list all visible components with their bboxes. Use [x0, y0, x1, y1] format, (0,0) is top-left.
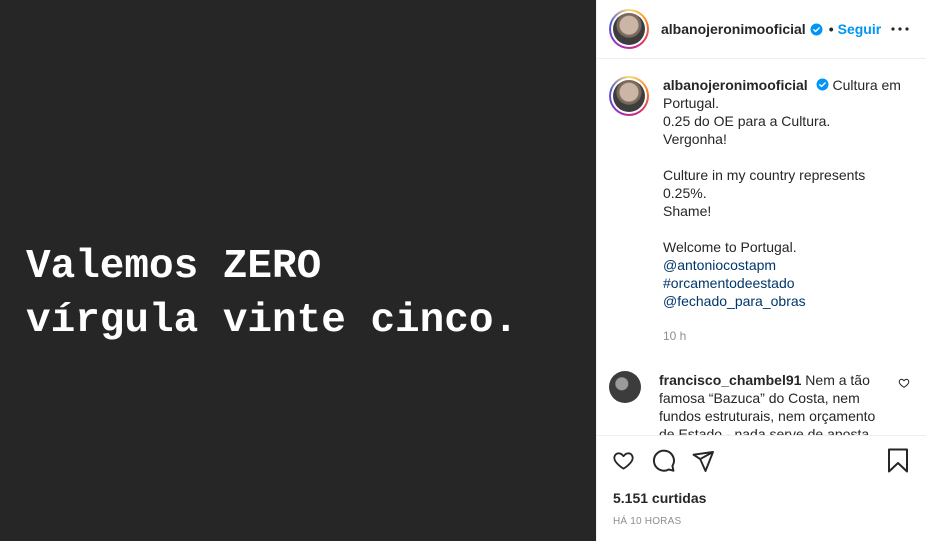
comment-icon — [652, 449, 675, 472]
caption-line: 0.25 do OE para a Cultura. — [663, 113, 831, 129]
follow-button[interactable]: Seguir — [838, 21, 882, 37]
share-icon — [692, 450, 714, 472]
caption-avatar[interactable] — [609, 76, 649, 116]
caption-line: Welcome to Portugal. — [663, 239, 797, 255]
commenter-avatar[interactable] — [609, 371, 641, 403]
commenter-username[interactable]: francisco_chambel91 — [659, 372, 801, 388]
caption-username[interactable]: albanojeronimooficial — [663, 77, 808, 93]
separator-dot: • — [828, 21, 834, 37]
post-media[interactable]: Valemos ZERO vírgula vinte cinco. — [0, 0, 596, 541]
author-username[interactable]: albanojeronimooficial — [661, 21, 806, 37]
comment-text: francisco_chambel91 Nem a tão famosa “Ba… — [659, 371, 887, 435]
post-side-panel: albanojeronimooficial • Seguir albanojer… — [596, 0, 926, 541]
post-viewer: Valemos ZERO vírgula vinte cinco. albano… — [0, 0, 926, 541]
save-button[interactable] — [884, 447, 912, 475]
comment-item: francisco_chambel91 Nem a tão famosa “Ba… — [609, 371, 910, 435]
post-timestamp[interactable]: HÁ 10 HORAS — [613, 516, 681, 527]
avatar-photo — [613, 80, 645, 112]
mention-link[interactable]: @fechado_para_obras — [663, 292, 910, 310]
comment-button[interactable] — [649, 447, 677, 475]
comment-like-icon[interactable] — [898, 377, 910, 389]
caption-text: albanojeronimooficial Cultura em Portuga… — [663, 76, 910, 345]
bookmark-icon — [888, 448, 908, 473]
media-text: Valemos ZERO vírgula vinte cinco. — [26, 244, 519, 344]
verified-badge-icon — [816, 78, 829, 91]
more-options-button[interactable] — [888, 17, 912, 41]
heart-icon — [612, 452, 634, 470]
caption-line: Vergonha! — [663, 131, 727, 147]
author-avatar[interactable] — [609, 9, 649, 49]
caption-time[interactable]: 10 h — [663, 327, 910, 345]
verified-badge-icon — [810, 23, 823, 35]
caption: albanojeronimooficial Cultura em Portuga… — [609, 76, 910, 345]
hashtag-link[interactable]: #orcamentodeestado — [663, 274, 910, 292]
more-horizontal-icon — [891, 27, 909, 31]
comments-area[interactable]: albanojeronimooficial Cultura em Portuga… — [597, 60, 926, 435]
share-button[interactable] — [689, 447, 717, 475]
like-button[interactable] — [609, 447, 637, 475]
post-header: albanojeronimooficial • Seguir — [597, 0, 926, 59]
caption-line: Culture in my country represents 0.25%. — [663, 167, 866, 201]
action-bar — [597, 435, 926, 485]
caption-line: Shame! — [663, 203, 712, 219]
likes-count[interactable]: 5.151 curtidas — [613, 490, 706, 506]
avatar-photo — [613, 13, 645, 45]
mention-link[interactable]: @antoniocostapm — [663, 256, 910, 274]
